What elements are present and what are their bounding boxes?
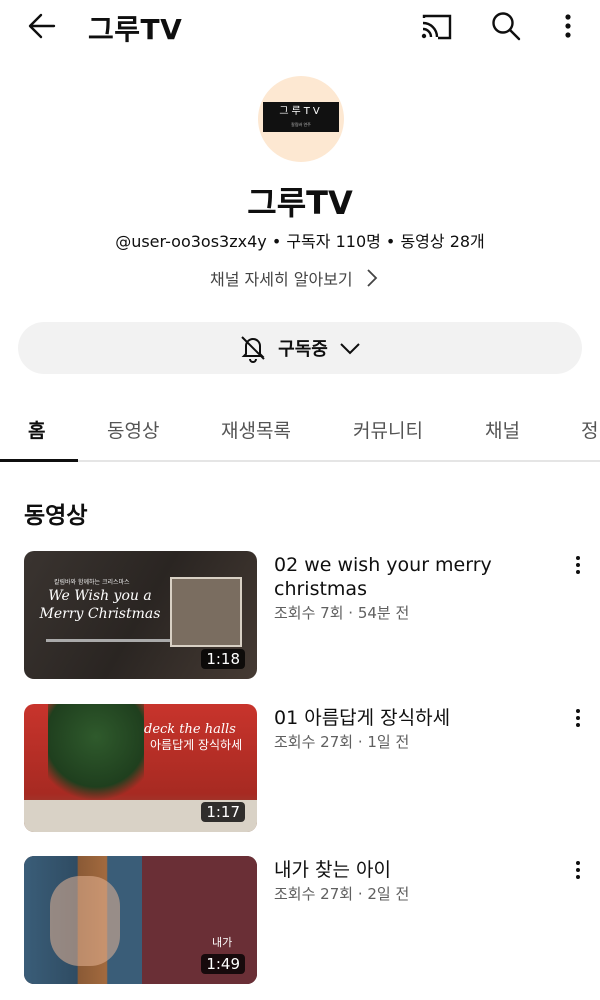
channel-name: 그루TV [247, 184, 353, 222]
channel-tabs: 홈 동영상 재생목록 커뮤니티 채널 정 [0, 400, 600, 462]
video-thumbnail[interactable]: 칼림바와 함께하는 크리스마스 We Wish you a Merry Chri… [24, 551, 257, 679]
top-app-bar: 그루TV [0, 0, 600, 52]
thumbnail-player-bar [46, 639, 176, 642]
cast-icon[interactable] [418, 8, 454, 44]
video-thumbnail[interactable]: deck the halls 아름답게 장식하세 1:17 [24, 704, 257, 832]
video-more-icon[interactable] [566, 858, 590, 882]
video-title[interactable]: 02 we wish your merry christmas [274, 553, 544, 601]
video-meta: 조회수 27회 · 2일 전 [274, 885, 410, 903]
tab-about[interactable]: 정 [581, 416, 598, 443]
thumbnail-text: 내가 [212, 936, 233, 949]
thumbnail-caption: 칼림바와 함께하는 크리스마스 [54, 579, 130, 586]
video-meta: 조회수 27회 · 1일 전 [274, 733, 410, 751]
video-duration: 1:18 [201, 649, 245, 669]
thumbnail-korean-title: 아름답게 장식하세 [150, 738, 243, 752]
tab-home[interactable]: 홈 [28, 416, 45, 443]
video-more-icon[interactable] [566, 706, 590, 730]
channel-about-label: 채널 자세히 알아보기 [210, 270, 353, 289]
channel-meta: @user-oo3os3zx4y • 구독자 110명 • 동영상 28개 [115, 232, 485, 251]
avatar-logo-text: 그루TV [279, 106, 323, 117]
section-title-videos: 동영상 [24, 503, 88, 529]
video-meta: 조회수 7회 · 54분 전 [274, 604, 410, 622]
subscribed-label: 구독중 [278, 339, 328, 360]
channel-avatar[interactable]: 그루TV 칼림바 연주 [258, 76, 344, 162]
thumbnail-photo [170, 577, 242, 647]
active-tab-indicator [0, 459, 78, 462]
channel-about-link[interactable]: 채널 자세히 알아보기 [210, 266, 379, 290]
tab-channels[interactable]: 채널 [485, 416, 520, 443]
avatar-logo-subtext: 칼림바 연주 [291, 122, 311, 127]
video-thumbnail[interactable]: 내가 1:49 [24, 856, 257, 984]
tab-community[interactable]: 커뮤니티 [353, 416, 423, 443]
chevron-right-icon [367, 269, 377, 287]
video-title[interactable]: 내가 찾는 아이 [274, 858, 544, 882]
video-duration: 1:17 [201, 802, 245, 822]
bell-off-icon [241, 336, 265, 363]
avatar-logo: 그루TV 칼림바 연주 [263, 102, 339, 132]
video-item[interactable]: 내가 1:49 내가 찾는 아이 조회수 27회 · 2일 전 [0, 856, 600, 986]
thumbnail-script-text: We Wish you a Merry Christmas [39, 588, 161, 622]
video-item[interactable]: deck the halls 아름답게 장식하세 1:17 01 아름답게 장식… [0, 704, 600, 834]
tab-playlists[interactable]: 재생목록 [221, 416, 291, 443]
chevron-down-icon [340, 343, 360, 355]
thumbnail-hands [50, 876, 120, 966]
thumbnail-heading: deck the halls [144, 722, 236, 737]
back-arrow-icon[interactable] [24, 8, 60, 44]
video-title[interactable]: 01 아름답게 장식하세 [274, 706, 544, 730]
more-options-icon[interactable] [552, 8, 584, 44]
search-icon[interactable] [488, 8, 524, 44]
video-duration: 1:49 [201, 954, 245, 974]
thumbnail-tree [48, 704, 144, 814]
video-more-icon[interactable] [566, 553, 590, 577]
app-bar-title: 그루TV [88, 13, 183, 46]
video-item[interactable]: 칼림바와 함께하는 크리스마스 We Wish you a Merry Chri… [0, 551, 600, 681]
tab-videos[interactable]: 동영상 [107, 416, 159, 443]
subscribed-button[interactable]: 구독중 [18, 322, 582, 374]
